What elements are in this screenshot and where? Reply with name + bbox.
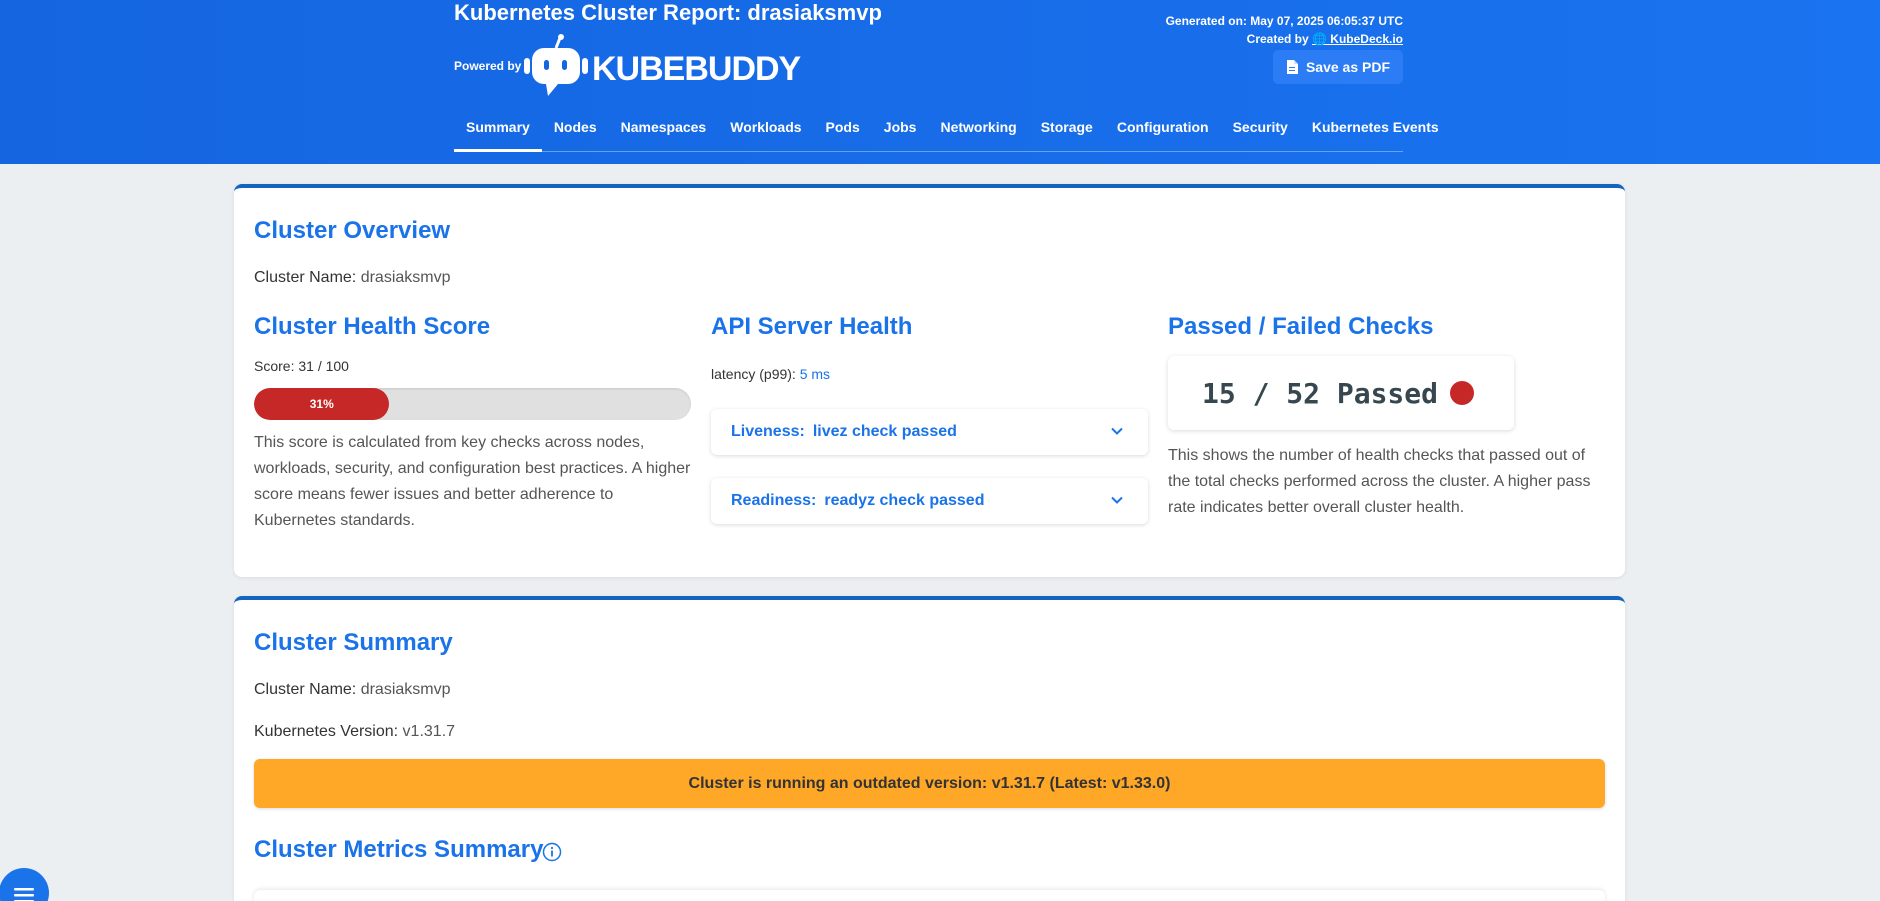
tab-networking[interactable]: Networking [928, 107, 1028, 152]
tab-kubernetes-events[interactable]: Kubernetes Events [1300, 107, 1451, 152]
version-label: Kubernetes Version: [254, 723, 399, 740]
kubedeck-link[interactable]: 🌐 KubeDeck.io [1312, 32, 1403, 46]
api-latency: latency (p99): 5 ms [711, 366, 830, 382]
created-by-label: Created by [1246, 32, 1309, 46]
cluster-name-value: drasiaksmvp [360, 269, 451, 286]
outdated-version-alert: Cluster is running an outdated version: … [254, 759, 1605, 808]
header-inner: Kubernetes Cluster Report: drasiaksmvp P… [454, 0, 1439, 164]
liveness-label: Liveness: [731, 423, 805, 440]
score-line: Score: 31 / 100 [254, 358, 349, 374]
menu-icon [14, 888, 34, 901]
cluster-summary-card: Cluster Summary Cluster Name: drasiaksmv… [234, 596, 1625, 901]
readiness-label: Readiness: [731, 492, 817, 509]
cluster-summary-title: Cluster Summary [254, 629, 453, 656]
kubernetes-version: Kubernetes Version: v1.31.7 [254, 723, 455, 741]
latency-value: 5 ms [799, 366, 831, 382]
tab-security[interactable]: Security [1221, 107, 1300, 152]
liveness-accordion[interactable]: Liveness: livez check passed [711, 409, 1148, 455]
tab-storage[interactable]: Storage [1029, 107, 1105, 152]
checks-summary-box: 15 / 52 Passed [1168, 356, 1514, 430]
cluster-name-label: Cluster Name: [254, 681, 357, 698]
main-nav: Summary Nodes Namespaces Workloads Pods … [454, 107, 1439, 152]
tab-workloads[interactable]: Workloads [718, 107, 813, 152]
health-score-bar: 31% [254, 388, 691, 420]
chevron-down-icon [1111, 496, 1123, 504]
cluster-overview-card: Cluster Overview Cluster Name: drasiaksm… [234, 184, 1625, 577]
health-score-description: This score is calculated from key checks… [254, 434, 691, 529]
latency-label: latency (p99): [711, 366, 796, 382]
metrics-summary-panel [254, 890, 1605, 901]
chevron-down-icon [1111, 427, 1123, 435]
checks-summary: 15 / 52 Passed [1202, 376, 1439, 410]
report-title: Kubernetes Cluster Report: drasiaksmvp [454, 0, 882, 25]
score-label: Score: [254, 358, 295, 374]
cluster-name-label: Cluster Name: [254, 269, 357, 286]
info-icon[interactable] [542, 842, 562, 862]
powered-by-label: Powered by [454, 59, 522, 73]
tab-jobs[interactable]: Jobs [872, 107, 929, 152]
status-dot-icon [1450, 381, 1475, 405]
report-meta: Generated on: May 07, 2025 06:05:37 UTC … [1166, 12, 1403, 48]
tab-configuration[interactable]: Configuration [1105, 107, 1221, 152]
summary-cluster-name: Cluster Name: drasiaksmvp [254, 681, 451, 699]
cluster-metrics-summary-title: Cluster Metrics Summary [254, 836, 544, 863]
api-server-health-title: API Server Health [711, 313, 913, 340]
health-score-title: Cluster Health Score [254, 313, 491, 340]
liveness-value: livez check passed [812, 423, 957, 440]
save-as-pdf-label: Save as PDF [1305, 59, 1391, 75]
health-score-fill: 31% [254, 388, 390, 420]
overview-cluster-name: Cluster Name: drasiaksmvp [254, 269, 451, 287]
readiness-accordion[interactable]: Readiness: readyz check passed [711, 478, 1148, 524]
save-as-pdf-button[interactable]: Save as PDF [1273, 50, 1403, 84]
score-value: 31 / 100 [298, 358, 349, 374]
readiness-value: readyz check passed [824, 492, 985, 509]
tab-namespaces[interactable]: Namespaces [609, 107, 719, 152]
cluster-name-value: drasiaksmvp [360, 681, 451, 698]
menu-fab-button[interactable] [0, 868, 49, 901]
passed-failed-checks-title: Passed / Failed Checks [1168, 313, 1434, 340]
logo-wordmark: KUBEBUDDY [592, 50, 802, 88]
version-value: v1.31.7 [402, 723, 456, 740]
report-header: Kubernetes Cluster Report: drasiaksmvp P… [0, 0, 1880, 164]
checks-description: This shows the number of health checks t… [1168, 447, 1591, 516]
generated-on: Generated on: May 07, 2025 06:05:37 UTC [1165, 14, 1403, 28]
document-icon [1286, 60, 1298, 74]
created-by: Created by 🌐 KubeDeck.io [1166, 30, 1403, 48]
tab-nodes[interactable]: Nodes [542, 107, 609, 152]
kubebuddy-logo: KUBEBUDDY [524, 34, 803, 96]
tab-pods[interactable]: Pods [814, 107, 872, 152]
cluster-overview-title: Cluster Overview [254, 217, 451, 244]
tab-summary[interactable]: Summary [454, 107, 542, 152]
